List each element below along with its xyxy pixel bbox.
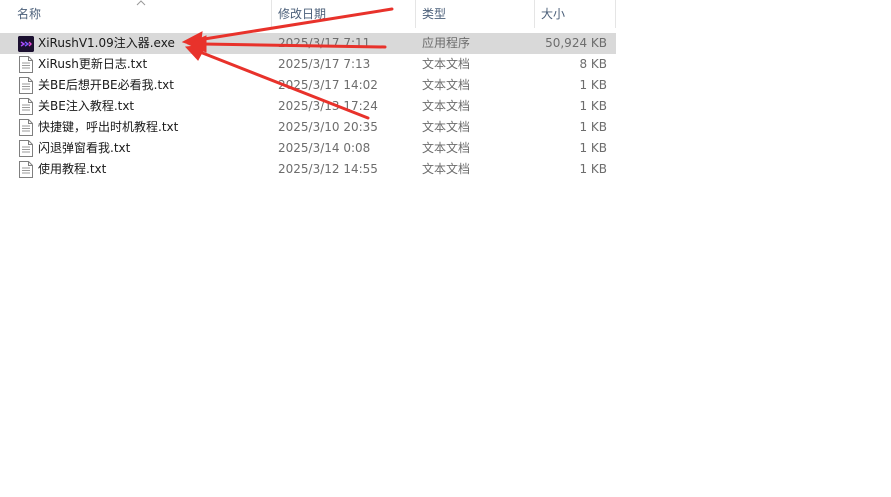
file-size: 8 KB — [579, 57, 607, 71]
file-name: 关BE注入教程.txt — [38, 99, 135, 113]
column-header-type[interactable]: 类型 — [416, 0, 534, 28]
file-date: 2025/3/17 14:02 — [278, 78, 378, 92]
file-size: 1 KB — [579, 99, 607, 113]
text-file-icon — [19, 140, 33, 157]
column-header-type-label: 类型 — [422, 7, 447, 21]
file-size: 50,924 KB — [545, 36, 607, 50]
text-file-icon — [19, 56, 33, 73]
file-row[interactable]: 使用教程.txt 2025/3/12 14:55 文本文档 1 KB — [0, 159, 616, 180]
file-date: 2025/3/13 17:24 — [278, 99, 378, 113]
file-name: XiRush更新日志.txt — [38, 57, 148, 71]
text-file-icon — [19, 161, 33, 178]
file-name: 快捷键，呼出时机教程.txt — [38, 120, 179, 134]
file-date: 2025/3/17 7:13 — [278, 57, 371, 71]
exe-app-icon — [18, 36, 34, 52]
file-row[interactable]: 关BE后想开BE必看我.txt 2025/3/17 14:02 文本文档 1 K… — [0, 75, 616, 96]
file-type: 文本文档 — [422, 57, 471, 71]
file-type: 文本文档 — [422, 99, 471, 113]
file-size: 1 KB — [579, 120, 607, 134]
text-file-icon — [19, 77, 33, 94]
text-file-icon — [19, 98, 33, 115]
file-row[interactable]: XiRushV1.09注入器.exe 2025/3/17 7:11 应用程序 5… — [0, 33, 616, 54]
file-date: 2025/3/12 14:55 — [278, 162, 378, 176]
file-type: 应用程序 — [422, 36, 471, 50]
file-name: 闪退弹窗看我.txt — [38, 141, 131, 155]
file-type: 文本文档 — [422, 162, 471, 176]
file-size: 1 KB — [579, 162, 607, 176]
column-header-date-modified[interactable]: 修改日期 — [272, 0, 415, 28]
file-name: 使用教程.txt — [38, 162, 107, 176]
file-name: XiRushV1.09注入器.exe — [38, 36, 175, 50]
file-size: 1 KB — [579, 141, 607, 155]
column-header-size-label: 大小 — [541, 7, 566, 21]
file-row[interactable]: 关BE注入教程.txt 2025/3/13 17:24 文本文档 1 KB — [0, 96, 616, 117]
column-header-size[interactable]: 大小 — [535, 0, 615, 28]
file-date: 2025/3/10 20:35 — [278, 120, 378, 134]
file-row[interactable]: 快捷键，呼出时机教程.txt 2025/3/10 20:35 文本文档 1 KB — [0, 117, 616, 138]
file-type: 文本文档 — [422, 141, 471, 155]
file-date: 2025/3/14 0:08 — [278, 141, 371, 155]
column-header-name-label: 名称 — [17, 7, 42, 21]
file-size: 1 KB — [579, 78, 607, 92]
file-name: 关BE后想开BE必看我.txt — [38, 78, 174, 92]
column-divider[interactable] — [615, 0, 616, 28]
file-row[interactable]: XiRush更新日志.txt 2025/3/17 7:13 文本文档 8 KB — [0, 54, 616, 75]
file-row[interactable]: 闪退弹窗看我.txt 2025/3/14 0:08 文本文档 1 KB — [0, 138, 616, 159]
sort-ascending-icon — [136, 0, 146, 6]
file-date: 2025/3/17 7:11 — [278, 36, 371, 50]
column-header-date-label: 修改日期 — [278, 7, 327, 21]
file-explorer-view: 名称 修改日期 类型 大小 XiRushV1.09注入器.exe 2025/3/ — [0, 0, 891, 497]
file-type: 文本文档 — [422, 78, 471, 92]
text-file-icon — [19, 119, 33, 136]
file-list: XiRushV1.09注入器.exe 2025/3/17 7:11 应用程序 5… — [0, 33, 616, 180]
file-type: 文本文档 — [422, 120, 471, 134]
